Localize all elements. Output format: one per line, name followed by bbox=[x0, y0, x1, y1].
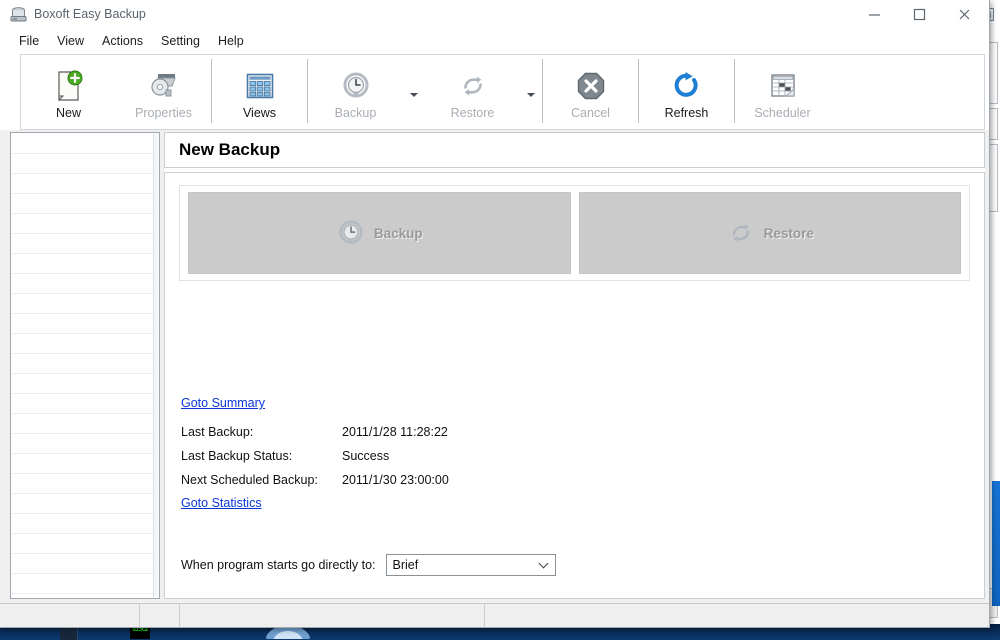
toolbar-label-cancel: Cancel bbox=[571, 106, 610, 120]
list-item[interactable] bbox=[12, 214, 158, 234]
close-button[interactable] bbox=[942, 0, 987, 29]
restore-action-button[interactable]: Restore bbox=[579, 192, 962, 274]
toolbar-button-backup[interactable]: Backup bbox=[308, 55, 403, 129]
list-item[interactable] bbox=[12, 154, 158, 174]
toolbar-label-backup: Backup bbox=[335, 106, 377, 120]
backup-jobs-list[interactable] bbox=[12, 134, 158, 597]
next-scheduled-value: 2011/1/30 23:00:00 bbox=[342, 473, 449, 487]
minimize-button[interactable] bbox=[852, 0, 897, 29]
list-item[interactable] bbox=[12, 174, 158, 194]
list-item[interactable] bbox=[12, 434, 158, 454]
list-item[interactable] bbox=[12, 574, 158, 594]
toolbar-button-properties[interactable]: Properties bbox=[116, 55, 211, 129]
last-backup-label: Last Backup: bbox=[181, 425, 253, 439]
last-backup-status-value: Success bbox=[342, 449, 389, 463]
list-item[interactable] bbox=[12, 514, 158, 534]
status-bar bbox=[0, 603, 989, 627]
properties-icon bbox=[147, 68, 181, 104]
content-panel: New Backup Backup bbox=[164, 132, 985, 599]
background-blue-panel bbox=[992, 481, 1000, 606]
backup-dropdown-arrow[interactable] bbox=[403, 55, 425, 129]
toolbar-label-properties: Properties bbox=[135, 106, 192, 120]
restore-action-label: Restore bbox=[764, 226, 814, 241]
application-window: Boxoft Easy Backup File View Actions Set… bbox=[0, 0, 990, 628]
list-item[interactable] bbox=[12, 254, 158, 274]
goto-statistics-link[interactable]: Goto Statistics bbox=[181, 496, 262, 510]
list-item[interactable] bbox=[12, 314, 158, 334]
restore-dropdown-arrow[interactable] bbox=[520, 55, 542, 129]
startup-view-selected-value: Brief bbox=[393, 558, 419, 572]
toolbar-button-views[interactable]: Views bbox=[212, 55, 307, 129]
toolbar-button-cancel[interactable]: Cancel bbox=[543, 55, 638, 129]
restore-arrows-icon bbox=[458, 68, 488, 104]
list-item[interactable] bbox=[12, 374, 158, 394]
chevron-down-icon bbox=[538, 559, 548, 569]
list-item[interactable] bbox=[12, 474, 158, 494]
list-scrollbar[interactable] bbox=[153, 134, 158, 597]
menu-bar: File View Actions Setting Help bbox=[0, 30, 989, 52]
backup-clock-icon bbox=[336, 218, 366, 248]
backup-jobs-list-panel[interactable] bbox=[10, 132, 160, 599]
toolbar-label-restore: Restore bbox=[451, 106, 495, 120]
menu-item-view[interactable]: View bbox=[48, 32, 93, 50]
action-buttons-panel: Backup bbox=[179, 185, 970, 281]
window-title: Boxoft Easy Backup bbox=[34, 7, 146, 21]
startup-setting-label: When program starts go directly to: bbox=[181, 558, 376, 572]
toolbar: New Properties bbox=[20, 54, 985, 130]
restore-arrows-icon bbox=[726, 218, 756, 248]
views-grid-icon bbox=[245, 68, 275, 104]
startup-setting-row: When program starts go directly to: Brie… bbox=[181, 554, 556, 576]
title-bar: Boxoft Easy Backup bbox=[0, 0, 989, 30]
list-item[interactable] bbox=[12, 414, 158, 434]
backup-action-button[interactable]: Backup bbox=[188, 192, 571, 274]
toolbar-button-scheduler[interactable]: Scheduler bbox=[735, 55, 830, 129]
status-cell bbox=[0, 604, 140, 627]
toolbar-button-restore[interactable]: Restore bbox=[425, 55, 520, 129]
toolbar-label-scheduler: Scheduler bbox=[754, 106, 810, 120]
list-item[interactable] bbox=[12, 394, 158, 414]
startup-view-select[interactable]: Brief bbox=[386, 554, 556, 576]
status-cell bbox=[180, 604, 485, 627]
menu-item-help[interactable]: Help bbox=[209, 32, 253, 50]
backup-clock-icon bbox=[341, 68, 371, 104]
window-body: New Backup Backup bbox=[0, 130, 989, 603]
page-body: Backup bbox=[164, 172, 985, 599]
list-item[interactable] bbox=[12, 274, 158, 294]
list-item[interactable] bbox=[12, 234, 158, 254]
toolbar-label-refresh: Refresh bbox=[665, 106, 709, 120]
list-item[interactable] bbox=[12, 334, 158, 354]
maximize-button[interactable] bbox=[897, 0, 942, 29]
refresh-circle-icon bbox=[672, 68, 702, 104]
menu-item-file[interactable]: File bbox=[10, 32, 48, 50]
backup-action-label: Backup bbox=[374, 226, 423, 241]
list-item[interactable] bbox=[12, 354, 158, 374]
list-item[interactable] bbox=[12, 534, 158, 554]
toolbar-label-views: Views bbox=[243, 106, 276, 120]
last-backup-value: 2011/1/28 11:28:22 bbox=[342, 425, 448, 439]
scheduler-calendar-icon bbox=[768, 68, 798, 104]
list-item[interactable] bbox=[12, 194, 158, 214]
next-scheduled-label: Next Scheduled Backup: bbox=[181, 473, 318, 487]
status-cell bbox=[140, 604, 180, 627]
list-item[interactable] bbox=[12, 594, 158, 599]
toolbar-button-refresh[interactable]: Refresh bbox=[639, 55, 734, 129]
goto-summary-link[interactable]: Goto Summary bbox=[181, 396, 265, 410]
list-item[interactable] bbox=[12, 494, 158, 514]
menu-item-actions[interactable]: Actions bbox=[93, 32, 152, 50]
page-title: New Backup bbox=[179, 140, 280, 160]
list-item[interactable] bbox=[12, 294, 158, 314]
page-header: New Backup bbox=[164, 132, 985, 168]
toolbar-button-new[interactable]: New bbox=[21, 55, 116, 129]
backup-drive-icon bbox=[10, 7, 27, 22]
list-item[interactable] bbox=[12, 554, 158, 574]
cancel-octagon-icon bbox=[576, 68, 606, 104]
toolbar-label-new: New bbox=[56, 106, 81, 120]
list-item[interactable] bbox=[12, 454, 158, 474]
status-cell bbox=[485, 604, 989, 627]
list-item[interactable] bbox=[12, 134, 158, 154]
last-backup-status-label: Last Backup Status: bbox=[181, 449, 292, 463]
menu-item-setting[interactable]: Setting bbox=[152, 32, 209, 50]
new-document-icon bbox=[54, 68, 84, 104]
